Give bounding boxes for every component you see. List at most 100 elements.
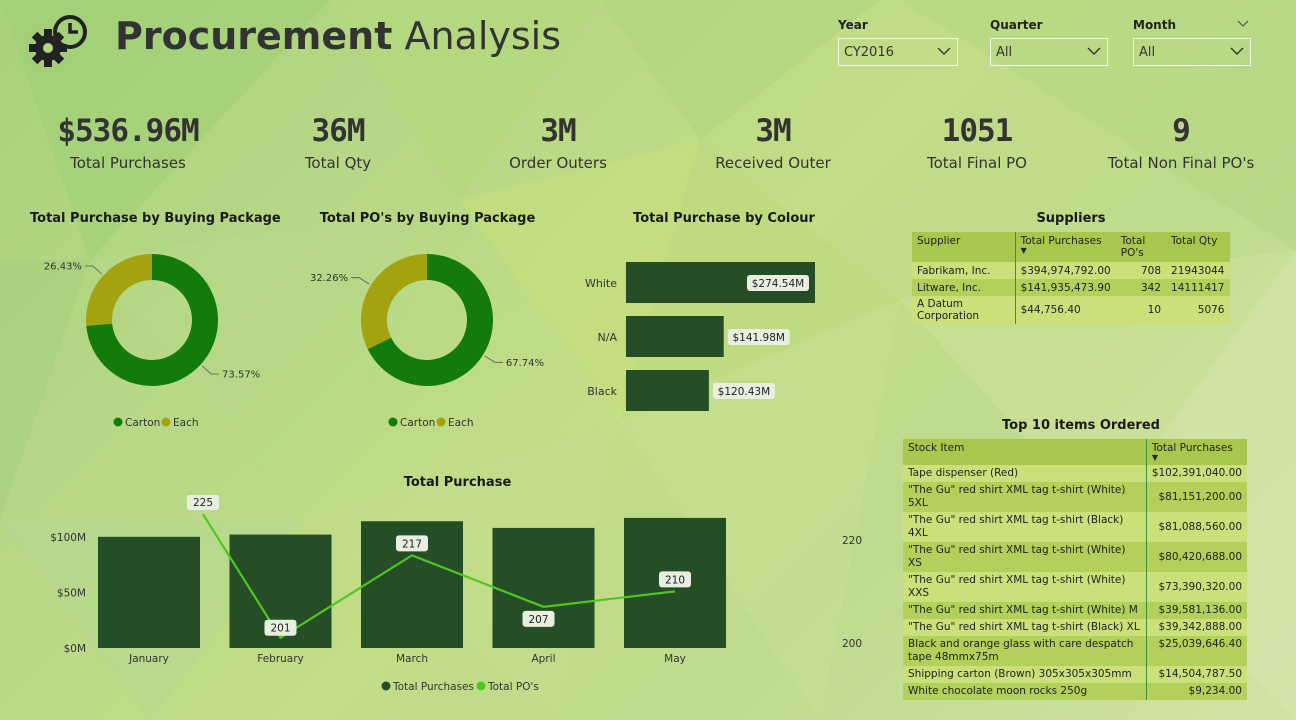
table-row[interactable]: "The Gu" red shirt XML tag t-shirt (Whit… <box>903 482 1247 512</box>
year-slicer: Year CY2016 <box>838 18 958 66</box>
kpi-total-purchases: $536.96M Total Purchases <box>48 112 208 172</box>
top10-table: Stock Item Total Purchases ▼ Tape dispens… <box>903 439 1247 700</box>
x-tick-label: May <box>664 653 686 665</box>
table-cell: "The Gu" red shirt XML tag t-shirt (Blac… <box>903 619 1147 636</box>
kpi-value: 3M <box>755 113 791 149</box>
legend-label[interactable]: Each <box>448 417 474 429</box>
table-row[interactable]: Litware, Inc. $141,935,473.90 342 141114… <box>912 279 1230 296</box>
column-header-label: Total Purchases <box>1020 235 1102 247</box>
data-label: 26.43% <box>44 262 82 273</box>
column-header[interactable]: Total PO's <box>1115 232 1167 262</box>
y2-tick-label: 200 <box>842 638 862 650</box>
chevron-down-icon <box>1230 47 1244 55</box>
table-row[interactable]: A Datum Corporation $44,756.40 10 5076 <box>912 296 1230 324</box>
legend-marker <box>388 417 398 427</box>
legend-label[interactable]: Total Purchases <box>392 681 474 693</box>
table-row[interactable]: Tape dispenser (Red) $102,391,040.00 <box>903 465 1247 482</box>
bar-chart-purchase-by-colour[interactable]: White $274.54M N/A $141.98M Black $120.43M <box>570 250 840 420</box>
table-cell: 21943044 <box>1166 262 1230 279</box>
table-row[interactable]: Black and orange glass with care despatc… <box>903 636 1247 666</box>
data-label: 201 <box>270 623 290 635</box>
table-row[interactable]: "The Gu" red shirt XML tag t-shirt (Whit… <box>903 542 1247 572</box>
quarter-slicer: Quarter All <box>990 18 1108 66</box>
bar-black[interactable] <box>626 370 709 411</box>
month-slicer: Month All <box>1133 18 1251 66</box>
column-header-label: Total Qty <box>1171 235 1218 247</box>
kpi-label: Order Outers <box>509 154 607 172</box>
kpi-value: $536.96M <box>57 113 199 149</box>
donut-slice-each[interactable] <box>361 254 427 350</box>
kpi-value: 9 <box>1172 113 1191 149</box>
bar-january[interactable] <box>98 536 200 648</box>
chart-title-purchase-by-colour: Total Purchase by Colour <box>633 211 815 226</box>
legend-label[interactable]: Carton <box>125 417 160 429</box>
combo-chart-total-purchase[interactable]: $0M $50M $100M 200 220 January February March Ap… <box>20 495 880 700</box>
chevron-down-icon[interactable] <box>1237 20 1249 28</box>
kpi-label: Received Outer <box>715 154 831 172</box>
column-header[interactable]: Total Purchases ▼ <box>1145 439 1247 465</box>
table-cell: $44,756.40 <box>1014 296 1116 324</box>
table-cell: $39,581,136.00 <box>1145 602 1247 619</box>
legend-marker <box>476 681 486 691</box>
column-header[interactable]: Total Qty <box>1166 232 1230 262</box>
chart-title-pos-by-package: Total PO's by Buying Package <box>319 211 536 226</box>
sort-desc-icon: ▼ <box>1020 246 1027 255</box>
kpi-received-outer: 3M Received Outer <box>703 112 843 172</box>
kpi-value: 1051 <box>941 113 1014 149</box>
legend-label[interactable]: Total PO's <box>487 681 539 693</box>
donut-pos-by-package[interactable]: 67.74% 32.26% Carton Each <box>295 235 565 435</box>
table-cell: $14,504,787.50 <box>1145 666 1247 683</box>
category-label: White <box>585 277 617 290</box>
donut-purchase-by-package[interactable]: 73.57% 26.43% Carton Each <box>20 235 290 435</box>
month-dropdown[interactable]: All <box>1133 38 1251 66</box>
table-cell: $102,391,040.00 <box>1145 465 1247 482</box>
chevron-down-icon <box>1087 47 1101 55</box>
donut-slice-each[interactable] <box>86 254 152 326</box>
month-slicer-label: Month <box>1133 18 1177 32</box>
column-header-label: Total Purchases <box>1151 442 1233 454</box>
column-header[interactable]: Supplier <box>912 232 1016 262</box>
kpi-total-qty: 36M Total Qty <box>268 112 408 172</box>
quarter-slicer-label: Quarter <box>990 18 1043 32</box>
leader-line <box>351 277 370 285</box>
column-header[interactable]: Total Purchases ▼ <box>1014 232 1116 262</box>
legend-marker <box>161 417 171 427</box>
table-row[interactable]: "The Gu" red shirt XML tag t-shirt (Blac… <box>903 512 1247 542</box>
legend-label[interactable]: Carton <box>400 417 435 429</box>
table-cell: 342 <box>1115 279 1167 296</box>
x-tick-label: January <box>128 653 169 665</box>
table-cell: $141,935,473.90 <box>1014 279 1116 296</box>
table-row[interactable]: Shipping carton (Brown) 305x305x305mm $14… <box>903 666 1247 683</box>
table-cell: "The Gu" red shirt XML tag t-shirt (Whit… <box>903 602 1147 619</box>
y-tick-label: $100M <box>50 532 86 544</box>
legend-label[interactable]: Each <box>173 417 199 429</box>
column-header-label: Stock Item <box>908 442 965 454</box>
quarter-dropdown[interactable]: All <box>990 38 1108 66</box>
table-row[interactable]: "The Gu" red shirt XML tag t-shirt (Blac… <box>903 619 1247 636</box>
table-cell: $39,342,888.00 <box>1145 619 1247 636</box>
column-header-label: Total PO's <box>1120 235 1146 259</box>
table-row[interactable]: "The Gu" red shirt XML tag t-shirt (Whit… <box>903 572 1247 602</box>
bar-na[interactable] <box>626 316 724 357</box>
y2-tick-label: 220 <box>842 535 862 547</box>
year-dropdown[interactable]: CY2016 <box>838 38 958 66</box>
table-cell: 14111417 <box>1166 279 1230 296</box>
x-tick-label: April <box>532 653 556 665</box>
data-label: $120.43M <box>718 386 770 398</box>
page-title: Procurement Analysis <box>115 14 561 58</box>
column-header[interactable]: Stock Item <box>903 439 1147 465</box>
column-header-label: Supplier <box>917 235 961 247</box>
bar-april[interactable] <box>492 527 595 648</box>
table-row[interactable]: Fabrikam, Inc. $394,974,792.00 708 21943… <box>912 262 1230 279</box>
chevron-down-icon <box>937 47 951 55</box>
data-label: 73.57% <box>222 369 260 380</box>
kpi-total-non-final-pos: 9 Total Non Final PO's <box>1101 112 1261 172</box>
month-dropdown-value: All <box>1139 45 1156 60</box>
kpi-label: Total Qty <box>304 154 372 172</box>
gear-clock-icon <box>29 15 87 67</box>
table-row[interactable]: White chocolate moon rocks 250g $9,234.00 <box>903 683 1247 700</box>
table-row[interactable]: "The Gu" red shirt XML tag t-shirt (Whit… <box>903 602 1247 619</box>
legend-marker <box>381 681 391 691</box>
table-cell: $81,088,560.00 <box>1145 512 1247 542</box>
table-cell: Shipping carton (Brown) 305x305x305mm <box>903 666 1147 683</box>
